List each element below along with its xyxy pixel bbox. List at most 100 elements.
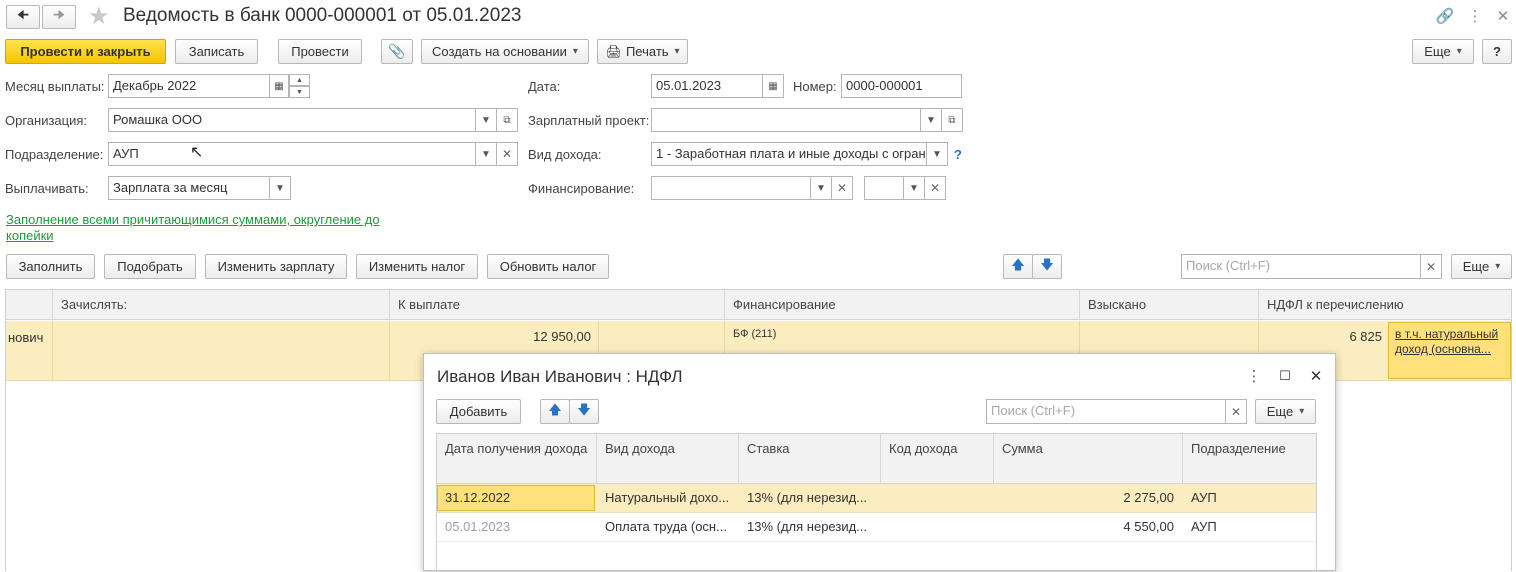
calendar-button[interactable]: ▦	[269, 74, 289, 98]
month-label: Месяц выплаты:	[5, 79, 105, 94]
chevron-down-icon: ▼	[481, 148, 491, 160]
table-search-input[interactable]: Поиск (Ctrl+F)	[1181, 254, 1421, 279]
organization-label: Организация:	[5, 113, 88, 128]
help-button[interactable]: ?	[1482, 39, 1512, 64]
financing-cell: БФ (211)	[733, 328, 777, 340]
move-up-button[interactable]: 🡅	[1003, 254, 1033, 279]
dialog-move-down-button[interactable]: 🡇	[569, 399, 599, 424]
paperclip-icon: 📎	[388, 43, 406, 59]
print-button[interactable]: 🖨 Печать	[597, 39, 688, 64]
back-button[interactable]: 🠈	[6, 5, 40, 29]
financing-field-1[interactable]	[651, 176, 811, 200]
month-down-button[interactable]: ▼	[289, 86, 310, 98]
dialog-table-row[interactable]: 05.01.2023 Оплата труда (осн... 13% (для…	[437, 513, 1316, 542]
attach-button[interactable]: 📎	[381, 39, 413, 64]
row-income-type: Натуральный дохо...	[605, 490, 730, 505]
salary-project-field[interactable]	[651, 108, 921, 132]
post-button[interactable]: Провести	[278, 39, 362, 64]
post-and-close-button[interactable]: Провести и закрыть	[5, 39, 166, 64]
pay-field[interactable]: Зарплата за месяц	[108, 176, 270, 200]
link-icon[interactable]: 🔗	[1434, 5, 1456, 27]
financing-label: Финансирование:	[528, 181, 635, 196]
header-cell-ndfl[interactable]: НДФЛ к перечислению	[1259, 290, 1511, 320]
fill-button[interactable]: Заполнить	[6, 254, 95, 279]
dialog-close-icon[interactable]: ✕	[1305, 365, 1327, 387]
more-vertical-icon[interactable]: ⋮	[1464, 5, 1486, 27]
ndfl-detail-link[interactable]: в т.ч. натуральный доход (основна...	[1388, 322, 1511, 379]
clear-icon: ✕	[836, 181, 848, 195]
arrow-left-icon: 🠈	[16, 7, 30, 22]
pick-button[interactable]: Подобрать	[104, 254, 196, 279]
dialog-header-date[interactable]: Дата получения дохода	[437, 434, 597, 484]
number-field[interactable]: 0000-000001	[841, 74, 962, 98]
chevron-down-icon: ▼	[275, 182, 285, 194]
organization-field[interactable]: Ромашка ООО	[108, 108, 476, 132]
dialog-table-row[interactable]: 31.12.2022 Натуральный дохо... 13% (для …	[437, 484, 1316, 513]
pay-dropdown[interactable]: ▼	[269, 176, 291, 200]
close-icon[interactable]: ✕	[1492, 5, 1514, 27]
dialog-header-rate[interactable]: Ставка	[739, 434, 881, 484]
dialog-maximize-icon[interactable]: ☐	[1274, 365, 1296, 387]
update-tax-button[interactable]: Обновить налог	[487, 254, 609, 279]
forward-button[interactable]: 🠊	[42, 5, 76, 29]
change-tax-button[interactable]: Изменить налог	[356, 254, 478, 279]
department-clear-button[interactable]: ✕	[496, 142, 518, 166]
ndfl-cell: 6 825	[1349, 329, 1382, 344]
change-salary-button[interactable]: Изменить зарплату	[205, 254, 347, 279]
save-button[interactable]: Записать	[175, 39, 258, 64]
chevron-down-icon: ▼	[816, 182, 826, 194]
more-button[interactable]: Еще	[1412, 39, 1474, 64]
financing-clear-1[interactable]: ✕	[831, 176, 853, 200]
arrow-up-icon: 🡅	[1011, 256, 1025, 272]
fill-all-link[interactable]: Заполнение всеми причитающимися суммами,…	[6, 212, 396, 244]
income-type-field[interactable]: 1 - Заработная плата и иные доходы с огр…	[651, 142, 927, 166]
salary-project-open-button[interactable]: ⧉	[941, 108, 963, 132]
row-rate: 13% (для нерезид...	[747, 490, 868, 505]
dialog-move-up-button[interactable]: 🡅	[540, 399, 570, 424]
dialog-add-button[interactable]: Добавить	[436, 399, 521, 424]
header-cell-credit[interactable]: Зачислять:	[53, 290, 390, 320]
financing-field-2[interactable]	[864, 176, 904, 200]
income-type-dropdown[interactable]: ▼	[926, 142, 948, 166]
dialog-search-input[interactable]: Поиск (Ctrl+F)	[986, 399, 1226, 424]
dialog-search-clear[interactable]: ✕	[1225, 399, 1247, 424]
month-field[interactable]: Декабрь 2022	[108, 74, 270, 98]
date-field[interactable]: 05.01.2023	[651, 74, 763, 98]
department-field[interactable]: АУП	[108, 142, 476, 166]
dialog-header-income-code[interactable]: Код дохода	[881, 434, 994, 484]
date-calendar-button[interactable]: ▦	[762, 74, 784, 98]
dialog-header-sum[interactable]: Сумма	[994, 434, 1183, 484]
table-search-clear[interactable]: ✕	[1420, 254, 1442, 279]
header-cell-to-pay[interactable]: К выплате	[390, 290, 725, 320]
header-cell-financing[interactable]: Финансирование	[725, 290, 1080, 320]
dialog-table-header: Дата получения дохода Вид дохода Ставка …	[437, 434, 1316, 484]
income-type-label: Вид дохода:	[528, 147, 602, 162]
row-date: 31.12.2022	[445, 490, 511, 505]
header-cell-empty	[6, 290, 53, 320]
open-icon: ⧉	[503, 114, 511, 126]
calendar-icon: ▦	[274, 80, 284, 92]
dialog-more-button[interactable]: Еще	[1255, 399, 1316, 424]
table-more-button[interactable]: Еще	[1451, 254, 1512, 279]
organization-dropdown[interactable]: ▼	[475, 108, 497, 132]
organization-open-button[interactable]: ⧉	[496, 108, 518, 132]
row-sum: 2 275,00	[1123, 490, 1174, 505]
financing-dropdown-2[interactable]: ▼	[903, 176, 925, 200]
chevron-down-icon: ▼	[909, 182, 919, 194]
move-down-button[interactable]: 🡇	[1032, 254, 1062, 279]
salary-project-dropdown[interactable]: ▼	[920, 108, 942, 132]
calendar-icon: ▦	[768, 80, 778, 92]
dialog-header-department[interactable]: Подразделение	[1183, 434, 1316, 484]
dialog-more-vertical-icon[interactable]: ⋮	[1243, 365, 1265, 387]
month-up-button[interactable]: ▲	[289, 74, 310, 86]
create-based-button[interactable]: Создать на основании	[421, 39, 589, 64]
financing-clear-2[interactable]: ✕	[924, 176, 946, 200]
department-dropdown[interactable]: ▼	[475, 142, 497, 166]
chevron-down-icon: ▼	[926, 114, 936, 126]
dialog-header-income-type[interactable]: Вид дохода	[597, 434, 739, 484]
row-rate: 13% (для нерезид...	[747, 519, 868, 534]
star-icon[interactable]: ★	[88, 2, 110, 31]
help-icon[interactable]: ?	[954, 147, 962, 162]
financing-dropdown-1[interactable]: ▼	[810, 176, 832, 200]
header-cell-collected[interactable]: Взыскано	[1080, 290, 1259, 320]
